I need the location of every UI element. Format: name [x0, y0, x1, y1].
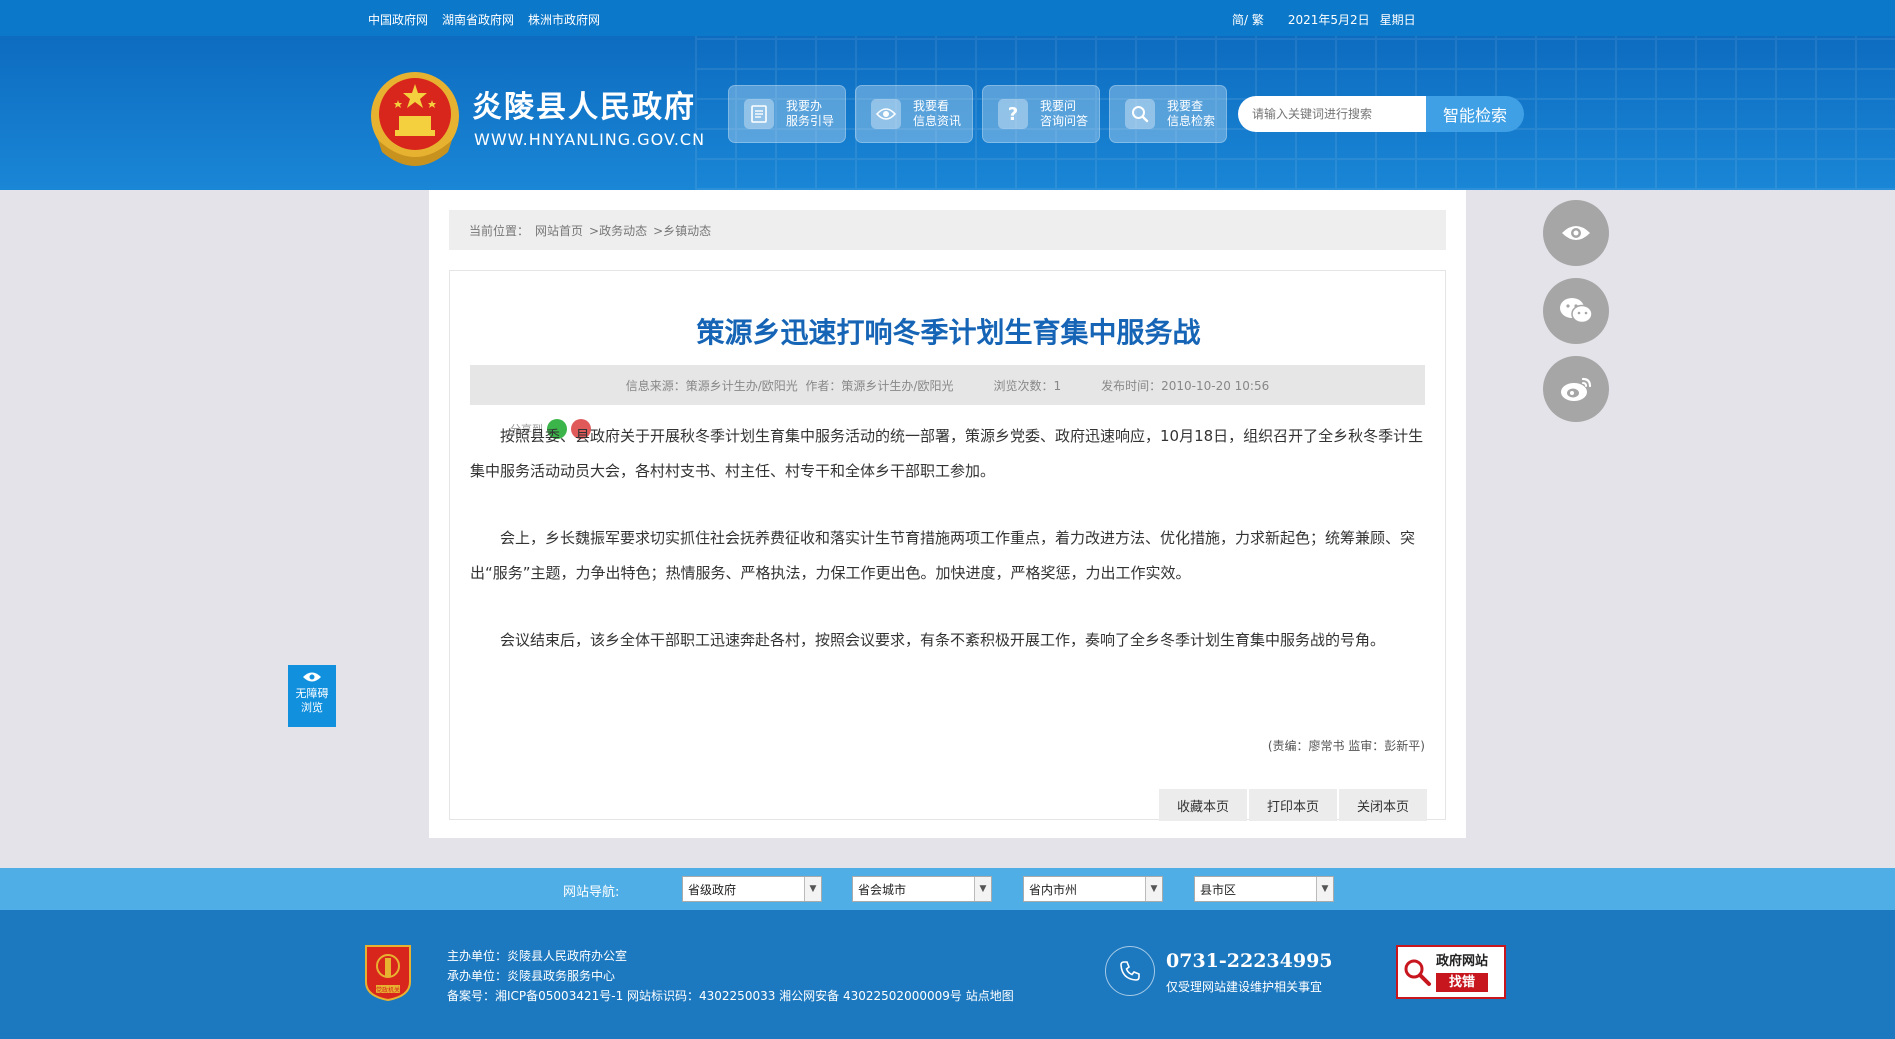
accessibility-label-2: 浏览: [301, 701, 323, 714]
quick-link-title: 我要办: [786, 99, 823, 113]
language-switch[interactable]: 简/ 繁: [1232, 11, 1264, 28]
quick-link-title: 我要看: [913, 99, 950, 113]
search-input[interactable]: [1238, 96, 1426, 132]
select-value: 省级政府: [688, 882, 737, 897]
search-box: 智能检索: [1238, 96, 1524, 132]
breadcrumb-home[interactable]: 网站首页: [535, 222, 583, 239]
weibo-icon: [1561, 377, 1592, 401]
national-emblem-icon[interactable]: [368, 70, 462, 172]
article-paragraph: 会议结束后，该乡全体干部职工迅速奔赴各村，按照会议要求，有条不紊积极开展工作，奏…: [500, 631, 1386, 649]
footer-info: 主办单位：炎陵县人民政府办公室 承办单位：炎陵县政务服务中心 备案号：湘ICP备…: [447, 946, 1014, 1006]
footer-record: 备案号：湘ICP备05003421号-1 网站标识码：4302250033 湘公…: [447, 989, 1014, 1003]
select-value: 省会城市: [858, 882, 907, 897]
current-date: 2021年5月2日: [1287, 13, 1370, 27]
chevron-down-icon: ▼: [1145, 877, 1162, 901]
quick-link-subtitle: 咨询问答: [1040, 114, 1089, 128]
eye-icon: [871, 99, 901, 129]
document-icon: [744, 99, 774, 129]
top-bar: 中国政府网 湖南省政府网 株洲市政府网 简/ 繁 2021年5月2日 星期日: [0, 0, 1895, 36]
badge-title: 政府网站: [1436, 954, 1489, 969]
select-value: 省内市州: [1029, 882, 1078, 897]
link-zhuzhou-gov[interactable]: 株洲市政府网: [528, 11, 600, 28]
footer-phone-note: 仅受理网站建设维护相关事宜: [1166, 980, 1323, 994]
site-footer: 党政机关 主办单位：炎陵县人民政府办公室 承办单位：炎陵县政务服务中心 备案号：…: [0, 910, 1895, 1039]
phone-icon: [1105, 946, 1155, 996]
chevron-down-icon: ▼: [804, 877, 821, 901]
site-header: 炎陵县人民政府 WWW.HNYANLING.GOV.CN 我要办 服务引导 我要看…: [0, 36, 1895, 190]
site-name: 炎陵县人民政府: [472, 90, 696, 125]
article-paragraph: 按照县委、县政府关于开展秋冬季计划生育集中服务活动的统一部署，策源乡党委、政府迅…: [470, 427, 1424, 480]
accessibility-button[interactable]: 无障碍 浏览: [288, 665, 336, 727]
nav-label: 网站导航:: [563, 885, 620, 900]
side-weibo-button[interactable]: [1543, 356, 1609, 422]
article: 策源乡迅速打响冬季计划生育集中服务战 信息来源：策源乡计生办/欧阳光 作者：策源…: [449, 270, 1446, 821]
breadcrumb-gov-news[interactable]: >政务动态: [589, 222, 647, 239]
site-url: WWW.HNYANLING.GOV.CN: [474, 130, 706, 149]
wechat-icon: [1560, 298, 1593, 324]
breadcrumb: 当前位置： 网站首页 >政务动态 >乡镇动态: [449, 210, 1446, 250]
magnifier-icon: [1398, 949, 1436, 995]
quick-link-subtitle: 信息检索: [1167, 114, 1216, 128]
meta-author: 作者：策源乡计生办/欧阳光: [805, 378, 954, 393]
gov-site-error-report-badge[interactable]: 政府网站 找错: [1396, 945, 1506, 999]
article-body: 按照县委、县政府关于开展秋冬季计划生育集中服务活动的统一部署，策源乡党委、政府迅…: [470, 419, 1425, 690]
quick-link-consult[interactable]: ? 我要问 咨询问答: [982, 85, 1100, 143]
content-panel: 当前位置： 网站首页 >政务动态 >乡镇动态 策源乡迅速打响冬季计划生育集中服务…: [429, 190, 1466, 838]
top-links: 中国政府网 湖南省政府网 株洲市政府网: [368, 11, 600, 28]
side-wechat-button[interactable]: [1543, 278, 1609, 344]
breadcrumb-label: 当前位置：: [469, 223, 530, 238]
select-province-city[interactable]: 省内市州 ▼: [1023, 876, 1163, 902]
quick-link-title: 我要查: [1167, 99, 1204, 113]
quick-link-news[interactable]: 我要看 信息资讯: [855, 85, 973, 143]
emblem-text: 党政机关: [376, 986, 400, 994]
quick-link-subtitle: 信息资讯: [913, 114, 962, 128]
article-meta: 信息来源：策源乡计生办/欧阳光 作者：策源乡计生办/欧阳光 浏览次数：1 发布时…: [470, 365, 1425, 405]
site-navigation-bar: 网站导航: 省级政府 ▼ 省会城市 ▼ 省内市州 ▼ 县市区 ▼: [0, 868, 1895, 910]
chevron-down-icon: ▼: [1316, 877, 1333, 901]
search-icon: [1125, 99, 1155, 129]
footer-organizer: 承办单位：炎陵县政务服务中心: [447, 969, 616, 983]
top-right: 简/ 繁 2021年5月2日 星期日: [1232, 11, 1416, 28]
link-gov-cn[interactable]: 中国政府网: [368, 11, 428, 28]
article-tools: 收藏本页 打印本页 关闭本页: [1159, 789, 1427, 821]
close-page-button[interactable]: 关闭本页: [1339, 789, 1427, 821]
select-capital-city[interactable]: 省会城市 ▼: [852, 876, 992, 902]
meta-source-author: 信息来源：策源乡计生办/欧阳光 作者：策源乡计生办/欧阳光: [626, 377, 954, 394]
link-hunan-gov[interactable]: 湖南省政府网: [442, 11, 514, 28]
footer-phone: 0731-22234995: [1166, 950, 1333, 972]
quick-link-retrieval[interactable]: 我要查 信息检索: [1109, 85, 1227, 143]
article-title: 策源乡迅速打响冬季计划生育集中服务战: [696, 316, 1201, 349]
article-editor: (责编：廖常书 监审：彭新平): [1267, 739, 1425, 753]
meta-source: 信息来源：策源乡计生办/欧阳光: [625, 378, 798, 393]
quick-link-title: 我要问: [1040, 99, 1077, 113]
select-county[interactable]: 县市区 ▼: [1194, 876, 1334, 902]
meta-published: 发布时间：2010-10-20 10:56: [1101, 378, 1270, 393]
question-icon: ?: [998, 99, 1028, 129]
badge-subtitle: 找错: [1436, 973, 1489, 992]
eye-icon: [303, 672, 321, 682]
current-weekday: 星期日: [1379, 13, 1416, 27]
meta-views: 浏览次数：1: [993, 378, 1062, 393]
article-paragraph: 会上，乡长魏振军要求切实抓住社会抚养费征收和落实计生节育措施两项工作重点，着力改…: [470, 529, 1416, 582]
chevron-down-icon: ▼: [974, 877, 991, 901]
print-page-button[interactable]: 打印本页: [1249, 789, 1337, 821]
bookmark-page-button[interactable]: 收藏本页: [1159, 789, 1247, 821]
quick-link-subtitle: 服务引导: [786, 114, 835, 128]
search-button[interactable]: 智能检索: [1426, 96, 1524, 132]
party-gov-emblem-icon[interactable]: 党政机关: [362, 942, 414, 1002]
side-eye-button[interactable]: [1543, 200, 1609, 266]
quick-link-services[interactable]: 我要办 服务引导: [728, 85, 846, 143]
breadcrumb-town-news[interactable]: >乡镇动态: [653, 222, 711, 239]
footer-host: 主办单位：炎陵县人民政府办公室: [447, 949, 628, 963]
accessibility-label-1: 无障碍: [295, 687, 329, 700]
select-value: 县市区: [1200, 882, 1237, 897]
eye-icon: [1562, 226, 1590, 240]
select-province-gov[interactable]: 省级政府 ▼: [682, 876, 822, 902]
